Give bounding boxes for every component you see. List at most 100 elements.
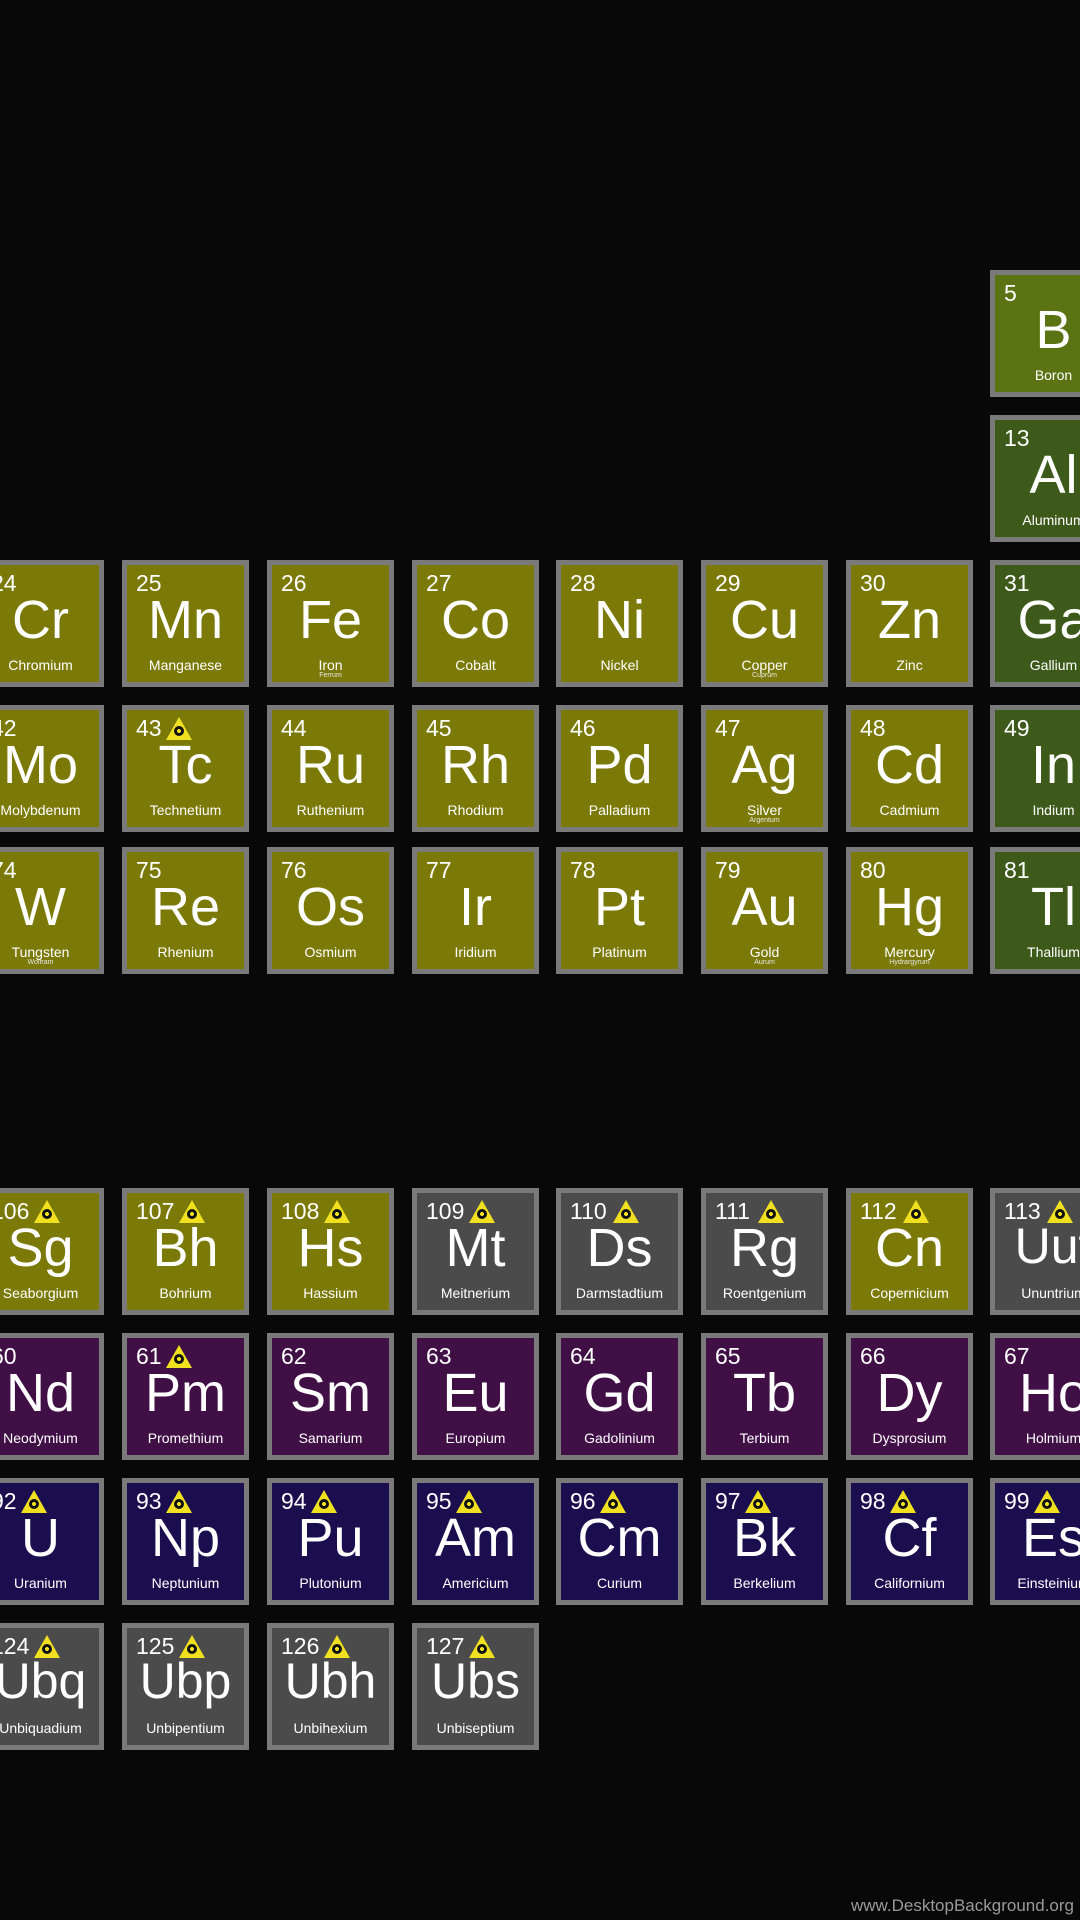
- periodic-table: 5BBoron13AlAluminum24CrChromium25MnManga…: [0, 0, 1080, 1920]
- atomic-number: 49: [1004, 715, 1030, 741]
- element-symbol: Uut: [1014, 1218, 1080, 1274]
- element-symbol: Ni: [594, 590, 645, 650]
- element-tile-fe: 26 Fe Iron Ferrum: [267, 560, 394, 687]
- element-tile-uut: 113UutUnuntrium: [990, 1188, 1080, 1315]
- element-name: Meitnerium: [440, 1285, 511, 1301]
- element-symbol: Cu: [729, 590, 800, 650]
- element-tile-ag: 47 Ag Silver Argentum: [701, 705, 828, 832]
- element-name: Silver: [746, 802, 782, 818]
- element-name: Unbipentium: [146, 1720, 225, 1736]
- element-name: Chromium: [8, 657, 73, 673]
- element-tile-hs: 108 Hs Hassium: [267, 1188, 394, 1315]
- element-tile-cd: 48 Cd Cadmium: [846, 705, 973, 832]
- element-tile-co: 27 Co Cobalt: [412, 560, 539, 687]
- element-symbol: Es: [1021, 1508, 1080, 1568]
- watermark-text: www.DesktopBackground.org: [850, 1896, 1074, 1915]
- element-tile-ru: 44 Ru Ruthenium: [267, 705, 394, 832]
- element-tile-zn: 30 Zn Zinc: [846, 560, 973, 687]
- element-symbol: Mt: [445, 1218, 506, 1278]
- element-tile-au: 79 Au Gold Aurum: [701, 847, 828, 974]
- element-symbol: Zn: [877, 590, 942, 650]
- element-tile-cn: 112 Cn Copernicium: [846, 1188, 973, 1315]
- element-symbol: Ubh: [284, 1653, 377, 1709]
- element-tile-tc: 43 Tc Technetium: [122, 705, 249, 832]
- element-name: Samarium: [298, 1430, 363, 1446]
- element-symbol: Eu: [442, 1363, 509, 1423]
- element-name: Bohrium: [159, 1285, 212, 1301]
- element-name: Rhodium: [447, 802, 504, 818]
- element-symbol: Dy: [876, 1363, 943, 1423]
- element-tile-cu: 29 Cu Copper Cuprum: [701, 560, 828, 687]
- element-symbol: Cd: [874, 735, 945, 795]
- element-tile-ubs: 127 Ubs Unbiseptium: [412, 1623, 539, 1750]
- element-tile-ds: 110 Ds Darmstadtium: [556, 1188, 683, 1315]
- element-symbol: Rh: [440, 735, 511, 795]
- element-name: Roentgenium: [722, 1285, 807, 1301]
- element-name: Boron: [1034, 367, 1073, 383]
- element-tile-rh: 45 Rh Rhodium: [412, 705, 539, 832]
- element-name: Dysprosium: [872, 1430, 947, 1446]
- element-tile-mn: 25 Mn Manganese: [122, 560, 249, 687]
- element-name: Iridium: [454, 944, 497, 960]
- element-tile-bk: 97 Bk Berkelium: [701, 1478, 828, 1605]
- element-name: Einsteinium: [1017, 1575, 1080, 1591]
- element-name: Uranium: [14, 1575, 67, 1591]
- element-symbol: Pu: [297, 1508, 364, 1568]
- element-symbol: Cr: [12, 590, 69, 650]
- element-name: Thallium: [1027, 944, 1080, 960]
- element-tile-tl: 81 Tl Thallium: [990, 847, 1080, 974]
- atomic-number: 13: [1004, 425, 1030, 451]
- atomic-number: 78: [570, 857, 596, 883]
- element-name: Osmium: [304, 944, 357, 960]
- element-symbol: Am: [435, 1508, 516, 1568]
- element-tile-ir: 77 Ir Iridium: [412, 847, 539, 974]
- element-symbol: Re: [150, 877, 221, 937]
- element-tile-al: 13 Al Aluminum: [990, 415, 1080, 542]
- element-tile-sm: 62 Sm Samarium: [267, 1333, 394, 1460]
- element-name: Molybdenum: [0, 802, 81, 818]
- element-name: Zinc: [896, 657, 923, 673]
- element-tile-re: 75 Re Rhenium: [122, 847, 249, 974]
- element-symbol: Tl: [1031, 877, 1076, 937]
- element-symbol: Ubs: [431, 1653, 520, 1709]
- element-latin-name: Ferrum: [319, 672, 342, 679]
- atomic-number: 81: [1004, 857, 1030, 883]
- element-tile-sg: 106SgSeaborgium: [0, 1188, 104, 1315]
- element-tile-os: 76 Os Osmium: [267, 847, 394, 974]
- element-symbol: Ds: [586, 1218, 653, 1278]
- element-name: Cobalt: [455, 657, 496, 673]
- element-symbol: Ho: [1018, 1363, 1080, 1423]
- element-name: Promethium: [147, 1430, 224, 1446]
- element-symbol: Nd: [5, 1363, 76, 1423]
- element-name: Copper: [741, 657, 788, 673]
- element-symbol: Al: [1029, 445, 1078, 505]
- element-symbol: Np: [150, 1508, 221, 1568]
- element-name: Copernicium: [870, 1285, 949, 1301]
- element-name: Neodymium: [3, 1430, 78, 1446]
- element-name: Nickel: [600, 657, 639, 673]
- element-latin-name: Wolfram: [27, 959, 54, 966]
- element-symbol: Ubq: [0, 1653, 87, 1709]
- atomic-number: 98: [860, 1488, 886, 1514]
- element-name: Californium: [874, 1575, 945, 1591]
- element-name: Rhenium: [157, 944, 214, 960]
- element-name: Curium: [596, 1575, 643, 1591]
- element-symbol: B: [1035, 300, 1072, 360]
- element-symbol: Ag: [731, 735, 798, 795]
- element-name: Ruthenium: [296, 802, 365, 818]
- element-tile-ubp: 125 Ubp Unbipentium: [122, 1623, 249, 1750]
- element-symbol: Sm: [290, 1363, 371, 1423]
- element-tile-hg: 80 Hg Mercury Hydrargyrum: [846, 847, 973, 974]
- element-name: Seaborgium: [2, 1285, 79, 1301]
- element-symbol: Hg: [874, 877, 945, 937]
- element-tile-tb: 65 Tb Terbium: [701, 1333, 828, 1460]
- element-symbol: Tc: [158, 735, 213, 795]
- element-name: Neptunium: [151, 1575, 220, 1591]
- atomic-number: 5: [1004, 280, 1017, 306]
- element-name: Mercury: [884, 944, 935, 960]
- element-name: Plutonium: [299, 1575, 362, 1591]
- element-tile-cr: 24CrChromium: [0, 560, 104, 687]
- element-symbol: Cn: [874, 1218, 945, 1278]
- element-tile-u: 92U Uranium: [0, 1478, 104, 1605]
- element-symbol: Au: [731, 877, 798, 937]
